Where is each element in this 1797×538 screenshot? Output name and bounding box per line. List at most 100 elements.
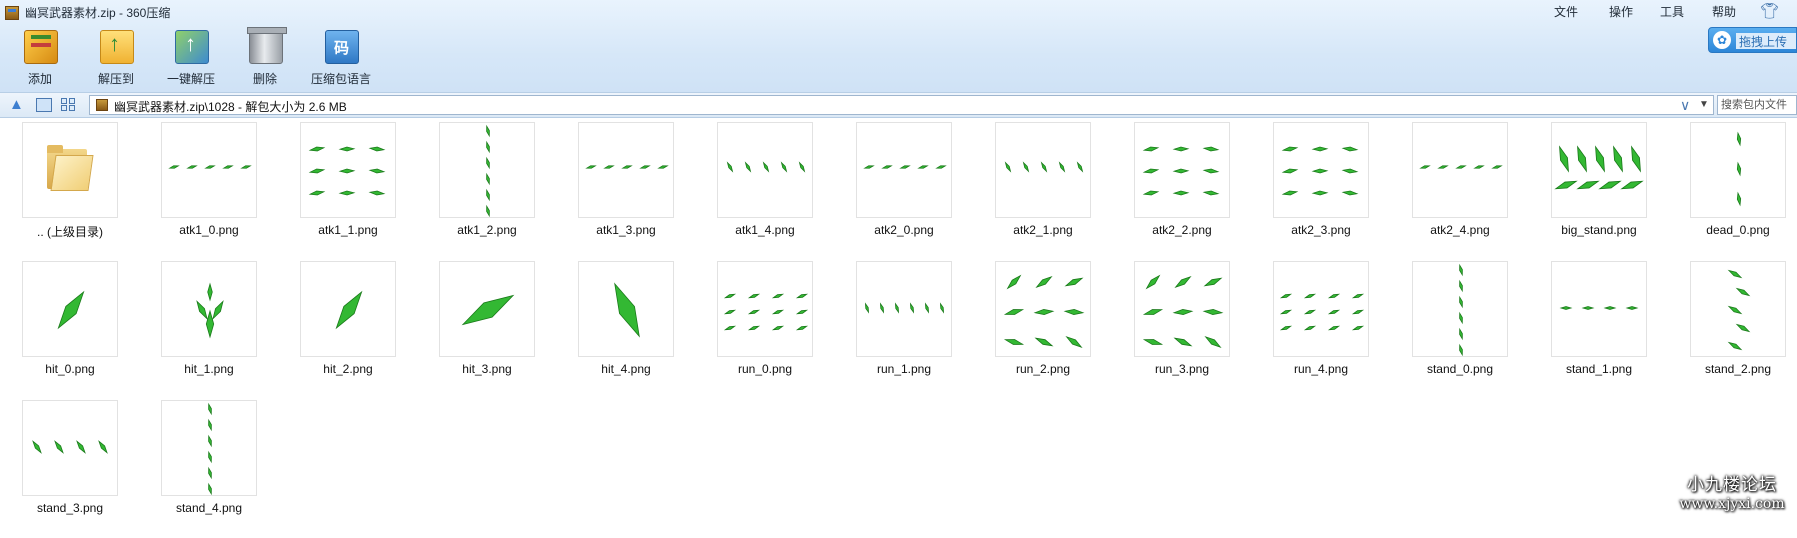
sprite-preview-icon [32,440,108,454]
file-item[interactable]: dead_0.png [1672,122,1786,260]
parent-folder-item[interactable]: .. (上级目录) [4,122,118,260]
image-thumbnail [300,122,396,218]
image-thumbnail [717,261,813,357]
file-name: big_stand.png [1561,223,1637,237]
sprite-preview-icon [1004,161,1084,173]
extract-to-button-label: 解压到 [97,72,134,86]
sprite-preview-icon [614,282,640,338]
trash-can-icon [247,27,287,64]
image-thumbnail [1551,122,1647,218]
file-item[interactable]: atk2_3.png [1255,122,1369,260]
sprite-preview-icon [1279,293,1365,331]
file-item[interactable]: stand_3.png [4,400,118,538]
list-view-icon[interactable] [36,98,52,112]
file-item[interactable]: stand_1.png [1533,261,1647,399]
file-item[interactable]: run_3.png [1116,261,1230,399]
image-thumbnail [995,122,1091,218]
image-thumbnail [300,261,396,357]
search-box[interactable] [1717,95,1797,115]
image-thumbnail [1273,122,1369,218]
file-item[interactable]: run_0.png [699,261,813,399]
file-item[interactable]: run_1.png [838,261,952,399]
file-item[interactable]: hit_2.png [282,261,396,399]
file-item[interactable]: atk2_2.png [1116,122,1230,260]
sprite-preview-icon [1281,146,1359,196]
image-thumbnail [439,122,535,218]
watermark-title: 小九楼论坛 [1687,475,1777,495]
path-history-icon[interactable]: ∨ [1680,97,1690,114]
menu-tools[interactable]: 工具 [1660,3,1684,20]
sprite-preview-icon [208,402,212,495]
sprite-preview-icon [486,124,490,217]
path-dropdown-icon[interactable]: ▼ [1699,99,1709,110]
file-name: atk1_0.png [179,223,239,237]
sprite-preview-icon [1142,146,1220,196]
sprite-preview-icon [168,165,252,169]
one-key-extract-label: 一键解压 [166,72,215,86]
sprite-preview-icon [1736,131,1742,207]
file-item[interactable]: atk1_4.png [699,122,813,260]
archive-language-label: 压缩包语言 [310,72,371,86]
file-item[interactable]: atk2_1.png [977,122,1091,260]
image-thumbnail [995,261,1091,357]
one-key-extract-icon [175,30,209,64]
thumbnail-view-icon[interactable] [61,98,77,112]
archive-language-button[interactable]: 压缩包语言 [305,28,377,88]
file-name: hit_2.png [323,362,373,376]
sprite-preview-icon [461,294,515,326]
file-item[interactable]: big_stand.png [1533,122,1647,260]
menu-help[interactable]: 帮助 [1712,3,1736,20]
add-button[interactable]: 添加 [4,28,76,88]
menu-file[interactable]: 文件 [1554,3,1578,20]
sprite-preview-icon [57,290,85,330]
sprite-preview-icon [1419,165,1503,169]
file-item[interactable]: stand_0.png [1394,261,1508,399]
sprite-preview-icon [1142,274,1224,348]
delete-button[interactable]: 删除 [229,27,301,88]
file-item[interactable]: stand_4.png [143,400,257,538]
drag-upload-button[interactable]: ✿ 拖拽上传 [1708,27,1797,53]
menu-operation[interactable]: 操作 [1609,3,1633,20]
sprite-preview-icon [1459,263,1463,356]
extract-to-button[interactable]: 解压到 [80,28,152,88]
file-name: .. (上级目录) [37,225,103,239]
image-thumbnail [1412,261,1508,357]
file-item[interactable]: hit_3.png [421,261,535,399]
sprite-preview-icon [863,165,947,169]
file-name: atk1_3.png [596,223,656,237]
image-thumbnail [22,400,118,496]
file-name: atk1_2.png [457,223,517,237]
cloud-icon: ✿ [1713,31,1731,49]
sprite-preview-icon [1559,306,1639,310]
one-key-extract-button[interactable]: 一键解压 [155,28,227,88]
search-input[interactable] [1718,96,1796,114]
file-name: atk1_1.png [318,223,378,237]
file-item[interactable]: stand_2.png [1672,261,1786,399]
file-item[interactable]: atk1_3.png [560,122,674,260]
archive-path-icon [96,99,108,111]
file-item[interactable]: hit_0.png [4,261,118,399]
up-arrow-icon[interactable]: ▲ [9,97,24,113]
file-name: dead_0.png [1706,223,1770,237]
file-name: run_3.png [1154,362,1210,376]
file-item[interactable]: atk2_0.png [838,122,952,260]
file-item[interactable]: atk2_4.png [1394,122,1508,260]
file-item[interactable]: hit_1.png [143,261,257,399]
sprite-preview-icon [308,146,386,196]
file-item[interactable]: atk1_0.png [143,122,257,260]
file-item[interactable]: run_4.png [1255,261,1369,399]
file-item[interactable]: hit_4.png [560,261,674,399]
file-name: atk2_1.png [1013,223,1073,237]
file-name: atk1_4.png [735,223,795,237]
file-item[interactable]: atk1_1.png [282,122,396,260]
drag-upload-label: 拖拽上传 [1736,33,1796,49]
file-item[interactable]: run_2.png [977,261,1091,399]
image-thumbnail [578,261,674,357]
file-item[interactable]: atk1_2.png [421,122,535,260]
sprite-preview-icon [196,282,224,339]
image-thumbnail [439,261,535,357]
path-field[interactable]: 幽冥武器素材.zip\1028 - 解包大小为 2.6 MB ∨ ▼ [89,95,1714,115]
image-thumbnail [856,122,952,218]
image-thumbnail [1134,261,1230,357]
shirt-icon[interactable]: 👕︎ [1760,2,1779,20]
